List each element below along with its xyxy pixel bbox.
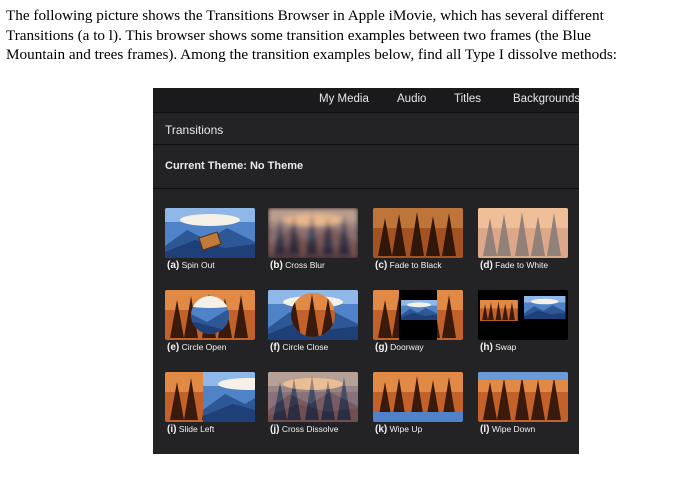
divider bbox=[153, 112, 579, 113]
transition-name: Swap bbox=[492, 342, 517, 352]
transition-label: (l) Wipe Down bbox=[480, 424, 579, 435]
wipe-down-thumbnail[interactable] bbox=[478, 372, 568, 422]
nav-my-media[interactable]: My Media bbox=[319, 93, 369, 105]
circle-close-thumbnail[interactable] bbox=[268, 290, 358, 340]
cross-dissolve-thumbnail[interactable] bbox=[268, 372, 358, 422]
transition-name: Wipe Down bbox=[489, 424, 536, 434]
transition-label: (h) Swap bbox=[480, 342, 579, 353]
transition-name: Circle Open bbox=[179, 342, 227, 352]
transition-name: Circle Close bbox=[280, 342, 329, 352]
transitions-browser: My Media Audio Titles Backgrounds Transi… bbox=[153, 88, 579, 454]
transition-letter: (c) bbox=[375, 260, 388, 271]
transition-name: Fade to Black bbox=[387, 260, 442, 270]
theme-label: Current Theme: No Theme bbox=[165, 160, 304, 172]
transition-label: (e) Circle Open bbox=[167, 342, 271, 353]
wipe-up-thumbnail[interactable] bbox=[373, 372, 463, 422]
transition-name: Spin Out bbox=[179, 260, 215, 270]
doorway-thumbnail[interactable] bbox=[373, 290, 463, 340]
nav-titles[interactable]: Titles bbox=[454, 93, 481, 105]
transition-label: (k) Wipe Up bbox=[375, 424, 479, 435]
section-title: Transitions bbox=[165, 123, 224, 137]
transition-label: (g) Doorway bbox=[375, 342, 479, 353]
transition-label: (f) Circle Close bbox=[270, 342, 374, 353]
transition-name: Wipe Up bbox=[387, 424, 423, 434]
slide-left-thumbnail[interactable] bbox=[165, 372, 255, 422]
transition-letter: (f) bbox=[270, 342, 280, 353]
question-line: The following picture shows the Transiti… bbox=[6, 7, 604, 24]
transition-name: Cross Blur bbox=[282, 260, 325, 270]
transition-name: Doorway bbox=[387, 342, 424, 352]
top-nav-bar: My Media Audio Titles Backgrounds bbox=[153, 88, 579, 112]
transition-label: (b) Cross Blur bbox=[270, 260, 374, 271]
divider bbox=[153, 144, 579, 145]
fade-to-black-thumbnail[interactable] bbox=[373, 208, 463, 258]
transition-letter: (b) bbox=[270, 260, 283, 271]
transition-label: (d) Fade to White bbox=[480, 260, 579, 271]
swap-thumbnail[interactable] bbox=[478, 290, 568, 340]
question-line: Transitions (a to l). This browser shows… bbox=[6, 26, 592, 44]
transition-label: (c) Fade to Black bbox=[375, 260, 479, 271]
transition-label: (a) Spin Out bbox=[167, 260, 271, 271]
transition-letter: (d) bbox=[480, 260, 493, 271]
transition-name: Fade to White bbox=[492, 260, 549, 270]
transition-letter: (e) bbox=[167, 342, 180, 353]
transition-letter: (g) bbox=[375, 342, 388, 353]
nav-audio[interactable]: Audio bbox=[397, 93, 426, 105]
transition-label: (i) Slide Left bbox=[167, 424, 271, 435]
spin-out-thumbnail[interactable] bbox=[165, 208, 255, 258]
fade-to-white-thumbnail[interactable] bbox=[478, 208, 568, 258]
transition-letter: (a) bbox=[167, 260, 180, 271]
question-line: Mountain and trees frames). Among the tr… bbox=[6, 46, 617, 63]
transition-name: Cross Dissolve bbox=[279, 424, 339, 434]
nav-backgrounds[interactable]: Backgrounds bbox=[513, 93, 579, 105]
transition-letter: (k) bbox=[375, 424, 388, 435]
divider bbox=[153, 188, 579, 189]
cross-blur-thumbnail[interactable] bbox=[268, 208, 358, 258]
transition-letter: (h) bbox=[480, 342, 493, 353]
transition-label: (j) Cross Dissolve bbox=[270, 424, 374, 435]
question-text: The following picture shows the Transiti… bbox=[6, 6, 690, 65]
circle-open-thumbnail[interactable] bbox=[165, 290, 255, 340]
transition-name: Slide Left bbox=[176, 424, 215, 434]
